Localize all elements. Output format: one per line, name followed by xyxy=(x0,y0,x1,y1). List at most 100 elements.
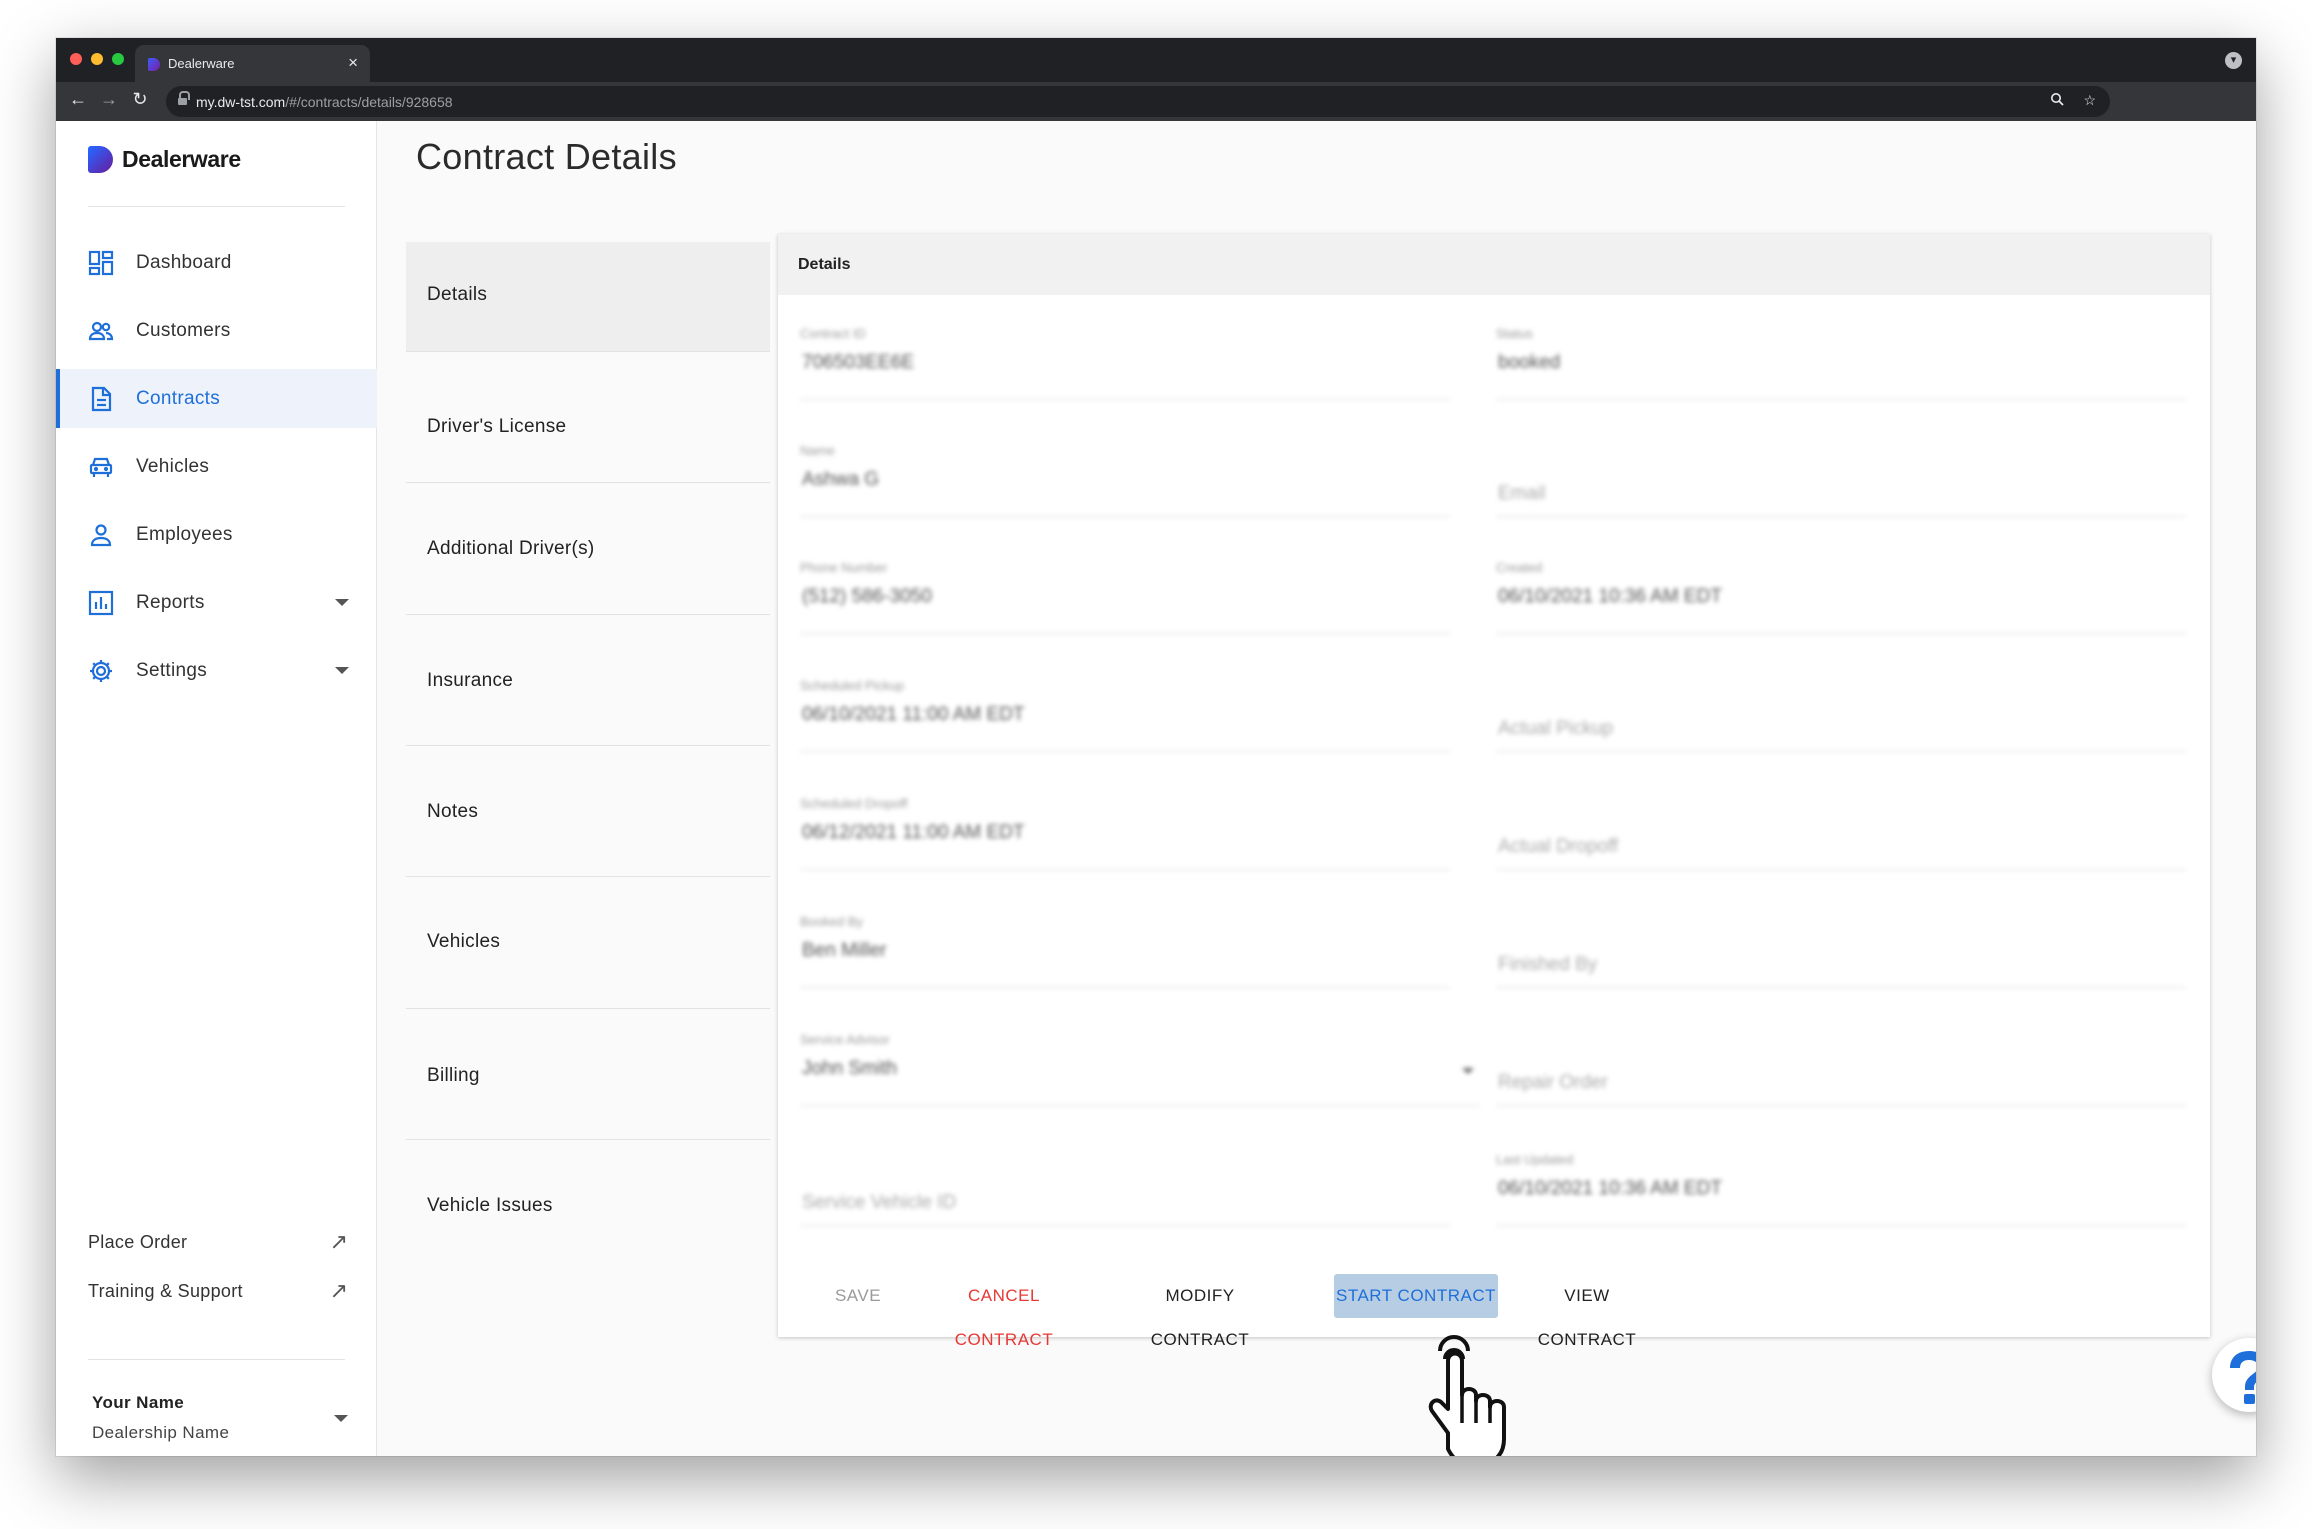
name-field[interactable]: Name Ashwa G xyxy=(800,439,1450,517)
actual-pickup-field[interactable]: Actual Pickup xyxy=(1496,674,2186,752)
sidebar-item-customers[interactable]: Customers xyxy=(56,301,377,360)
sidebar-item-vehicles[interactable]: Vehicles xyxy=(56,437,377,496)
person-icon xyxy=(88,522,114,548)
field-value: Ashwa G xyxy=(802,469,880,490)
sidebar: Dealerware Dashboard Customers Contracts xyxy=(56,121,377,1456)
chevron-down-icon xyxy=(335,599,349,606)
bar-chart-icon xyxy=(88,590,114,616)
sidebar-item-contracts[interactable]: Contracts xyxy=(56,369,377,428)
subnav-additional-drivers[interactable]: Additional Driver(s) xyxy=(406,483,770,615)
field-label: Last Updated xyxy=(1496,1152,1574,1167)
finished-by-field[interactable]: Finished By xyxy=(1496,910,2186,988)
dealerware-logo-icon xyxy=(88,146,113,173)
field-value: John Smith xyxy=(802,1058,898,1079)
sidebar-item-dashboard[interactable]: Dashboard xyxy=(56,233,377,292)
reload-icon[interactable]: ↻ xyxy=(128,89,152,110)
sidebar-item-label: Settings xyxy=(136,659,208,681)
email-field[interactable]: Email xyxy=(1496,439,2186,517)
service-advisor-select[interactable]: Service Advisor John Smith xyxy=(800,1028,1480,1106)
place-order-link[interactable]: Place Order ↗ xyxy=(88,1225,348,1259)
contract-actions: SAVE CANCEL CONTRACT MODIFY CONTRACT STA… xyxy=(778,1274,2210,1349)
chevron-down-icon xyxy=(334,1415,348,1422)
scheduled-dropoff-field[interactable]: Scheduled Dropoff 06/12/2021 11:00 AM ED… xyxy=(800,792,1450,870)
start-contract-button[interactable]: START CONTRACT xyxy=(1334,1274,1498,1318)
card-title: Details xyxy=(798,256,851,273)
chrome-profile-icon[interactable]: ▾ xyxy=(2225,52,2242,69)
brand-name: Dealerware xyxy=(122,146,241,172)
field-value: booked xyxy=(1498,352,1561,373)
field-label: Scheduled Pickup xyxy=(800,678,905,693)
user-name: Your Name xyxy=(92,1393,185,1412)
field-value: 06/10/2021 10:36 AM EDT xyxy=(1498,1178,1722,1199)
browser-window: Dealerware × ▾ ← → ↻ my.dw-tst.com/#/con… xyxy=(56,38,2256,1456)
subnav-label: Vehicle Issues xyxy=(427,1195,553,1216)
address-bar[interactable]: my.dw-tst.com/#/contracts/details/928658… xyxy=(166,86,2110,117)
save-button[interactable]: SAVE xyxy=(818,1274,898,1318)
bookmark-star-icon[interactable]: ☆ xyxy=(2083,92,2096,109)
sidebar-divider xyxy=(88,206,345,207)
field-value: 706503EE6E xyxy=(802,352,914,373)
created-field[interactable]: Created 06/10/2021 10:36 AM EDT xyxy=(1496,556,2186,634)
brand-logo[interactable]: Dealerware xyxy=(88,146,241,173)
subnav-details[interactable]: Details xyxy=(406,242,770,352)
field-value: 06/12/2021 11:00 AM EDT xyxy=(802,822,1025,843)
field-placeholder: Actual Dropoff xyxy=(1498,836,1619,857)
subnav-notes[interactable]: Notes xyxy=(406,746,770,877)
url-host: my.dw-tst.com xyxy=(196,94,286,110)
sidebar-item-employees[interactable]: Employees xyxy=(56,505,377,564)
card-header: Details xyxy=(778,234,2210,295)
forward-arrow-icon[interactable]: → xyxy=(97,89,121,110)
field-label: Booked By xyxy=(800,914,863,929)
contract-id-field[interactable]: Contract ID 706503EE6E xyxy=(800,322,1450,400)
repair-order-field[interactable]: Repair Order xyxy=(1496,1028,2186,1106)
actual-dropoff-field[interactable]: Actual Dropoff xyxy=(1496,792,2186,870)
field-label: Phone Number xyxy=(800,560,888,575)
subnav-insurance[interactable]: Insurance xyxy=(406,615,770,746)
last-updated-field[interactable]: Last Updated 06/10/2021 10:36 AM EDT xyxy=(1496,1148,2186,1226)
lock-icon xyxy=(178,91,190,106)
sidebar-item-reports[interactable]: Reports xyxy=(56,573,377,632)
cancel-contract-button[interactable]: CANCEL CONTRACT xyxy=(920,1274,1088,1349)
minimize-window-button[interactable] xyxy=(91,53,103,65)
subnav-vehicle-issues[interactable]: Vehicle Issues xyxy=(406,1140,770,1271)
gear-icon xyxy=(88,658,114,684)
view-contract-button[interactable]: VIEW CONTRACT xyxy=(1514,1274,1660,1349)
dealership-name: Dealership Name xyxy=(92,1423,230,1442)
maximize-window-button[interactable] xyxy=(112,53,124,65)
booked-by-field[interactable]: Booked By Ben Miller xyxy=(800,910,1450,988)
close-window-button[interactable] xyxy=(70,53,82,65)
field-label: Created xyxy=(1496,560,1543,575)
favicon-icon xyxy=(148,58,160,71)
subnav-drivers-license[interactable]: Driver's License xyxy=(406,362,770,483)
browser-titlebar: Dealerware × ▾ xyxy=(56,38,2256,82)
subnav-billing[interactable]: Billing xyxy=(406,1009,770,1140)
field-label: Status xyxy=(1496,326,1533,341)
field-placeholder: Actual Pickup xyxy=(1498,718,1614,739)
subnav-label: Additional Driver(s) xyxy=(427,538,595,559)
people-icon xyxy=(88,318,114,344)
service-vehicle-id-field[interactable]: Service Vehicle ID xyxy=(800,1148,1450,1226)
tab-close-icon[interactable]: × xyxy=(348,53,358,73)
back-arrow-icon[interactable]: ← xyxy=(66,89,90,110)
subnav-label: Billing xyxy=(427,1065,480,1086)
car-icon xyxy=(88,454,114,480)
scheduled-pickup-field[interactable]: Scheduled Pickup 06/10/2021 11:00 AM EDT xyxy=(800,674,1450,752)
browser-tab[interactable]: Dealerware × xyxy=(135,45,370,82)
training-support-link[interactable]: Training & Support ↗ xyxy=(88,1274,348,1308)
sidebar-item-label: Customers xyxy=(136,319,231,341)
help-button[interactable] xyxy=(2212,1338,2256,1412)
hand-pointer-icon xyxy=(1424,1333,1534,1456)
modify-contract-button[interactable]: MODIFY CONTRACT xyxy=(1116,1274,1284,1349)
field-label: Scheduled Dropoff xyxy=(800,796,908,811)
sidebar-item-settings[interactable]: Settings xyxy=(56,641,377,700)
chevron-down-icon xyxy=(335,667,349,674)
subnav-label: Notes xyxy=(427,801,479,822)
status-field[interactable]: Status booked xyxy=(1496,322,2186,400)
external-arrow-icon: ↗ xyxy=(329,1229,348,1254)
field-value: (512) 586-3050 xyxy=(802,586,932,607)
zoom-icon[interactable] xyxy=(2050,92,2064,109)
sidebar-item-label: Contracts xyxy=(136,387,221,409)
phone-field[interactable]: Phone Number (512) 586-3050 xyxy=(800,556,1450,634)
subnav-vehicles[interactable]: Vehicles xyxy=(406,877,770,1009)
user-menu[interactable]: Your Name Dealership Name xyxy=(92,1393,352,1453)
